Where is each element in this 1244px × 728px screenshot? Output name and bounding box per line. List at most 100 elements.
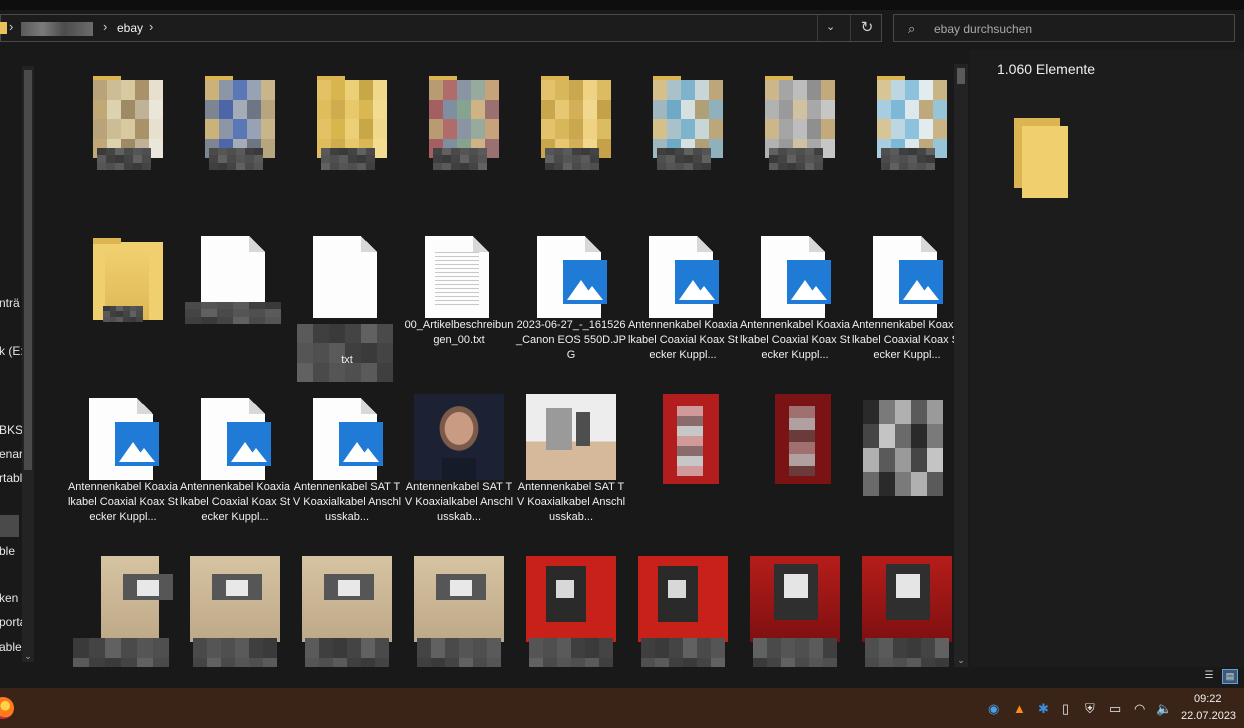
thumbnail xyxy=(633,394,733,484)
nav-item-selected[interactable] xyxy=(0,515,19,537)
file-item[interactable]: Antennenkabel SAT TV Koaxialkabel Anschl… xyxy=(291,386,403,548)
firefox-icon[interactable] xyxy=(0,697,14,719)
file-item[interactable] xyxy=(403,548,515,667)
file-item[interactable] xyxy=(403,62,515,224)
thumbnail xyxy=(409,556,509,642)
nav-item[interactable]: nträ xyxy=(0,296,20,310)
file-item[interactable] xyxy=(179,224,291,386)
file-name: Antennenkabel SAT TV Koaxialkabel Anschl… xyxy=(292,481,402,523)
blurred-filename xyxy=(321,148,375,170)
file-name: Antennenkabel SAT TV Koaxialkabel Anschl… xyxy=(404,481,514,523)
file-item[interactable] xyxy=(515,548,627,667)
file-item[interactable] xyxy=(291,62,403,224)
blurred-filename xyxy=(865,638,949,667)
thumbnail xyxy=(745,232,845,318)
file-item[interactable]: 00_Artikelbeschreibungen_00.txt xyxy=(403,224,515,386)
file-item[interactable] xyxy=(739,386,851,548)
file-item[interactable] xyxy=(739,548,851,667)
nav-item[interactable]: able xyxy=(0,640,22,654)
blurred-thumbnail xyxy=(863,400,943,496)
file-item[interactable]: 2023-06-27_-_161526_Canon EOS 550D.JPG xyxy=(515,224,627,386)
file-item[interactable]: Antennenkabel Koaxialkabel Coaxial Koax … xyxy=(739,224,851,386)
details-view-button[interactable]: ☰ xyxy=(1202,670,1216,683)
file-item[interactable] xyxy=(851,386,954,548)
image-icon xyxy=(787,260,831,304)
thumbnail xyxy=(745,556,845,642)
file-item[interactable]: Antennenkabel Koaxialkabel Coaxial Koax … xyxy=(67,386,179,548)
content-scrollbar[interactable]: ⌄ xyxy=(954,64,968,668)
file-item[interactable] xyxy=(67,224,179,386)
image-file-icon xyxy=(89,398,159,480)
large-icons-view-button[interactable]: ▤ xyxy=(1222,669,1238,684)
battery-icon[interactable]: ▭ xyxy=(1109,701,1121,717)
blurred-filename xyxy=(73,638,169,667)
bluetooth-icon[interactable]: ✱ xyxy=(1038,701,1049,717)
photo-thumbnail xyxy=(663,394,719,484)
clock-date[interactable]: 22.07.2023 xyxy=(1181,710,1236,722)
thumbnail xyxy=(521,556,621,642)
file-item[interactable] xyxy=(515,62,627,224)
blurred-thumbnail xyxy=(765,80,835,158)
search-input[interactable] xyxy=(932,19,1226,39)
vlc-icon[interactable]: ▲ xyxy=(1013,701,1026,716)
file-item[interactable] xyxy=(67,62,179,224)
file-name: Antennenkabel Koaxialkabel Coaxial Koax … xyxy=(739,319,851,361)
file-item[interactable] xyxy=(291,548,403,667)
nav-item[interactable]: k (E: xyxy=(0,344,24,358)
file-item[interactable] xyxy=(179,548,291,667)
chevron-right-icon[interactable]: › xyxy=(103,19,107,34)
chevron-down-icon[interactable]: ⌄ xyxy=(954,655,968,666)
navigation-pane: nträ k (E: BKS enar rtabl ble ken porta … xyxy=(0,50,40,667)
photo-thumbnail xyxy=(775,394,831,484)
file-item[interactable]: txt xyxy=(291,224,403,386)
thumbnail xyxy=(745,394,845,484)
address-bar[interactable]: › › ebay › ⌄ ↻ xyxy=(0,14,882,42)
app-tray-icon[interactable]: ◉ xyxy=(988,701,999,717)
details-pane: 1.060 Elemente xyxy=(970,50,1244,667)
volume-icon[interactable]: 🔈 xyxy=(1156,701,1172,717)
thumbnail xyxy=(409,70,509,158)
image-icon xyxy=(675,260,719,304)
file-item[interactable] xyxy=(67,548,179,667)
file-item[interactable]: Antennenkabel Koaxialkabel Coaxial Koax … xyxy=(627,224,739,386)
photo-thumbnail xyxy=(862,556,952,642)
security-icon[interactable]: ⛨ xyxy=(1085,701,1095,717)
file-item[interactable] xyxy=(627,386,739,548)
chevron-down-icon[interactable]: ⌄ xyxy=(826,20,835,33)
nav-item[interactable]: ble xyxy=(0,544,15,558)
file-item[interactable]: Antennenkabel Koaxialkabel Coaxial Koax … xyxy=(179,386,291,548)
image-icon xyxy=(899,260,943,304)
wifi-icon[interactable]: ◠ xyxy=(1134,701,1145,717)
nav-item[interactable]: rtabl xyxy=(0,471,22,485)
file-item[interactable] xyxy=(627,548,739,667)
refresh-button[interactable]: ↻ xyxy=(850,15,883,41)
file-item[interactable] xyxy=(851,62,954,224)
file-item[interactable]: Antennenkabel SAT TV Koaxialkabel Anschl… xyxy=(403,386,515,548)
nav-item[interactable]: BKS xyxy=(0,423,23,437)
chevron-right-icon[interactable]: › xyxy=(149,19,153,34)
nav-scroll-thumb[interactable] xyxy=(24,70,32,470)
breadcrumb-blurred[interactable] xyxy=(21,22,93,36)
nav-item[interactable]: ken xyxy=(0,591,18,605)
photo-thumbnail xyxy=(190,556,280,642)
file-item[interactable]: Antennenkabel Koaxialkabel Coaxial Koax … xyxy=(851,224,954,386)
image-icon xyxy=(563,260,607,304)
file-item[interactable]: Antennenkabel SAT TV Koaxialkabel Anschl… xyxy=(515,386,627,548)
usb-icon[interactable]: ▯ xyxy=(1062,701,1069,717)
file-item[interactable] xyxy=(851,548,954,667)
breadcrumb-ebay[interactable]: ebay xyxy=(117,21,143,35)
file-item[interactable] xyxy=(179,62,291,224)
chevron-right-icon[interactable]: › xyxy=(9,19,13,34)
blurred-filename xyxy=(185,302,281,324)
content-scroll-thumb[interactable] xyxy=(957,68,965,84)
nav-item[interactable]: enar xyxy=(0,447,23,461)
chevron-down-icon[interactable]: ⌄ xyxy=(22,651,34,662)
file-name: 00_Artikelbeschreibungen_00.txt xyxy=(404,319,514,346)
nav-scrollbar[interactable]: ⌄ xyxy=(22,66,34,662)
blurred-filename xyxy=(433,148,487,170)
clock-time[interactable]: 09:22 xyxy=(1194,693,1222,705)
search-box[interactable]: ⌕ xyxy=(893,14,1235,42)
blurred-thumbnail xyxy=(429,80,499,158)
file-item[interactable] xyxy=(739,62,851,224)
file-item[interactable] xyxy=(627,62,739,224)
